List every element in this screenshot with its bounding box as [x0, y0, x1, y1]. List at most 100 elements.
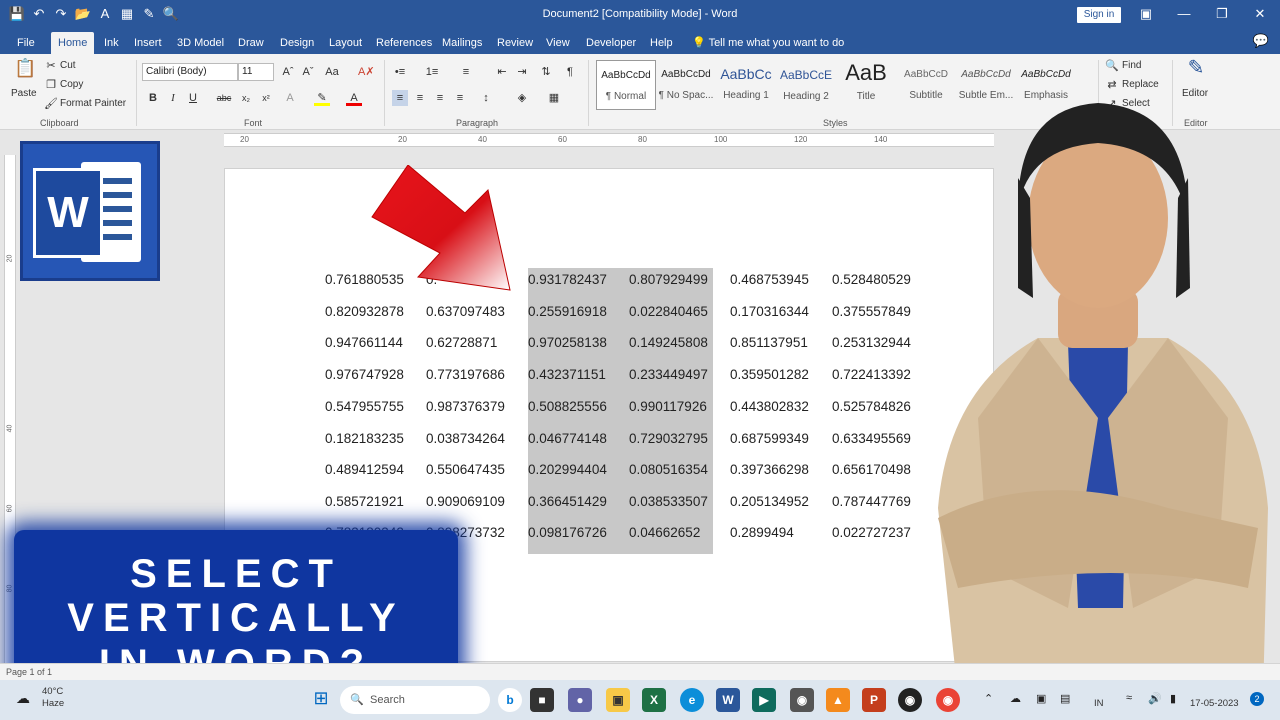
table-cell[interactable]: 0.656170498 [832, 462, 911, 477]
tab-file[interactable]: File [10, 32, 42, 54]
camera-icon[interactable]: ◉ [790, 688, 814, 712]
find-button[interactable]: Find [1122, 60, 1141, 71]
table-cell[interactable]: 0.046774148 [528, 431, 607, 446]
table-cell[interactable]: 0.990117926 [629, 399, 707, 414]
grow-font-icon[interactable]: Aˆ [280, 64, 296, 80]
cut-button[interactable]: Cut [60, 60, 76, 71]
line-spacing-icon[interactable]: ↕ [478, 90, 494, 106]
table-cell[interactable]: 0.080516354 [629, 462, 708, 477]
table-cell[interactable]: 0.253132944 [832, 335, 911, 350]
app-icon[interactable]: ▶ [752, 688, 776, 712]
align-right-icon[interactable]: ≡ [432, 90, 448, 106]
table-cell[interactable]: 0.2899494 [730, 525, 794, 540]
tab-ink[interactable]: Ink [97, 32, 126, 54]
table-cell[interactable]: 0.038734264 [426, 431, 505, 446]
align-left-icon[interactable]: ≡ [392, 90, 408, 106]
tab-view[interactable]: View [539, 32, 577, 54]
table-cell[interactable]: 0.807929499 [629, 272, 708, 287]
device-icon[interactable]: ▣ [1036, 692, 1046, 705]
italic-icon[interactable]: I [165, 90, 181, 106]
table-cell[interactable]: 0.233449497 [629, 367, 708, 382]
table-cell[interactable]: 0.976747928 [325, 367, 404, 382]
network-icon[interactable]: ☁ [1010, 692, 1021, 705]
tab-layout[interactable]: Layout [322, 32, 369, 54]
chevron-up-icon[interactable]: ⌃ [984, 692, 993, 705]
paste-icon[interactable]: 📋 [14, 59, 36, 84]
table-cell[interactable]: 0.970258138 [528, 335, 607, 350]
tab-review[interactable]: Review [490, 32, 540, 54]
table-cell[interactable]: 0.375557849 [832, 304, 911, 319]
bing-icon[interactable]: b [498, 688, 522, 712]
table-cell[interactable]: 0.987376379 [426, 399, 505, 414]
shrink-font-icon[interactable]: Aˇ [300, 64, 316, 80]
page-count[interactable]: Page 1 of 1 [6, 667, 52, 677]
table-cell[interactable]: 0.773197686 [426, 367, 505, 382]
table-cell[interactable]: 0.787447769 [832, 494, 911, 509]
sign-in-button[interactable]: Sign in [1077, 7, 1121, 23]
text-effects-icon[interactable]: A [282, 90, 298, 106]
style-normal[interactable]: AaBbCcDd ¶ Normal [596, 60, 656, 110]
table-cell[interactable]: 0.489412594 [325, 462, 404, 477]
excel-icon[interactable]: X [642, 688, 666, 712]
tab-references[interactable]: References [369, 32, 439, 54]
table-cell[interactable]: 0.202994404 [528, 462, 607, 477]
table-cell[interactable]: 0.182183235 [325, 431, 404, 446]
align-center-icon[interactable]: ≡ [412, 90, 428, 106]
table-cell[interactable]: 0.022840465 [629, 304, 708, 319]
table-cell[interactable]: 0.62728871 [426, 335, 497, 350]
increase-indent-icon[interactable]: ⇥ [514, 64, 530, 80]
edge-icon[interactable]: e [680, 688, 704, 712]
tab-home[interactable]: Home [51, 32, 95, 54]
tab-draw[interactable]: Draw [231, 32, 271, 54]
font-size-select[interactable]: 11 [238, 63, 274, 81]
wifi-icon[interactable]: ≈ [1126, 692, 1132, 704]
borders-icon[interactable]: ▦ [546, 90, 562, 106]
table-cell[interactable]: 0.432371151 [528, 367, 606, 382]
table-cell[interactable]: 0.098176726 [528, 525, 607, 540]
restore-icon[interactable]: ❐ [1210, 4, 1234, 24]
sort-icon[interactable]: ⇅ [538, 64, 554, 80]
storage-icon[interactable]: ▤ [1060, 692, 1070, 705]
table-cell[interactable]: 0.909069109 [426, 494, 505, 509]
format-painter-button[interactable]: Format Painter [60, 98, 126, 109]
notification-badge[interactable]: 2 [1250, 692, 1264, 706]
start-icon[interactable]: ⊞ [310, 688, 332, 710]
tab-design[interactable]: Design [273, 32, 321, 54]
comments-icon[interactable]: 💬 [1252, 33, 1270, 51]
obs-icon[interactable]: ◉ [898, 688, 922, 712]
powerpoint-icon[interactable]: P [862, 688, 886, 712]
table-cell[interactable]: 0.820932878 [325, 304, 404, 319]
table-cell[interactable]: 0.022727237 [832, 525, 911, 540]
font-family-select[interactable]: Calibri (Body) [142, 63, 238, 81]
tab-mailings[interactable]: Mailings [435, 32, 489, 54]
minimize-icon[interactable]: — [1172, 4, 1196, 24]
file-explorer-icon[interactable]: ▣ [606, 688, 630, 712]
ribbon-display-icon[interactable]: ▣ [1134, 4, 1158, 24]
table-cell[interactable]: 0.637097483 [426, 304, 505, 319]
highlight-icon[interactable]: ✎ [314, 90, 330, 106]
tab-insert[interactable]: Insert [127, 32, 169, 54]
chrome-icon[interactable]: ◉ [936, 688, 960, 712]
table-cell[interactable]: 0.359501282 [730, 367, 809, 382]
table-cell[interactable]: 0.255916918 [528, 304, 607, 319]
table-cell[interactable]: 0.170316344 [730, 304, 809, 319]
style-heading-1[interactable]: AaBbCc Heading 1 [716, 60, 776, 110]
table-cell[interactable]: 0.205134952 [730, 494, 809, 509]
horizontal-ruler[interactable]: 20 20 40 60 80 100 120 140 [224, 133, 994, 147]
table-cell[interactable]: 0.468753945 [730, 272, 809, 287]
bold-icon[interactable]: B [145, 90, 161, 106]
table-cell[interactable]: 0.443802832 [730, 399, 809, 414]
subscript-icon[interactable]: x₂ [238, 90, 254, 106]
font-color-icon[interactable]: A [346, 90, 362, 106]
volume-icon[interactable]: 🔊 [1148, 692, 1162, 705]
task-view-icon[interactable]: ■ [530, 688, 554, 712]
table-cell[interactable]: 0.547955755 [325, 399, 404, 414]
close-icon[interactable]: ✕ [1248, 4, 1272, 24]
weather-widget[interactable]: 40°C Haze [42, 686, 64, 710]
decrease-indent-icon[interactable]: ⇤ [494, 64, 510, 80]
teams-icon[interactable]: ● [568, 688, 592, 712]
taskbar-search[interactable]: 🔍 Search [340, 686, 490, 714]
style-title[interactable]: AaB Title [836, 60, 896, 110]
underline-icon[interactable]: U [185, 90, 201, 106]
table-cell[interactable]: 0.729032795 [629, 431, 708, 446]
